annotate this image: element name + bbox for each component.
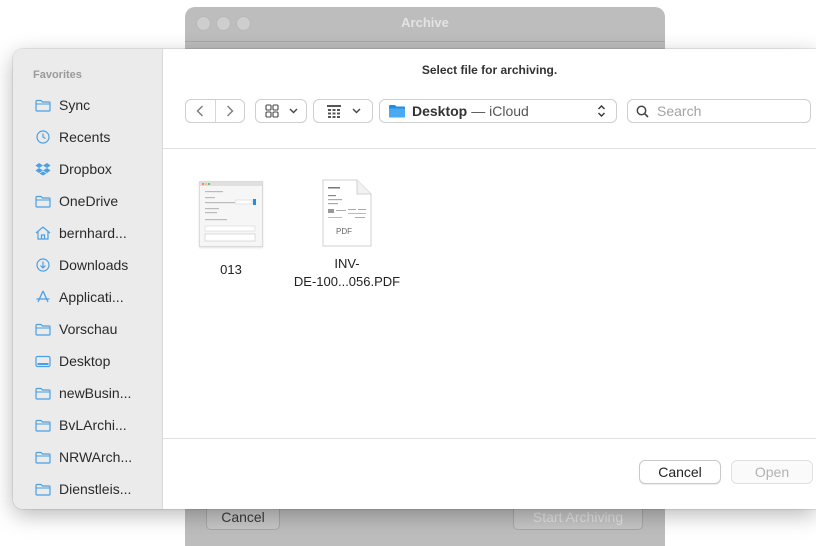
sidebar-item-recents[interactable]: Recents <box>13 121 162 153</box>
folder-icon <box>34 386 51 400</box>
sidebar-item-label: OneDrive <box>59 193 119 209</box>
dropbox-icon <box>34 162 51 176</box>
icon-grid-icon <box>264 104 279 118</box>
sidebar-item-home[interactable]: bernhard... <box>13 217 162 249</box>
home-icon <box>34 226 51 240</box>
window-title: Archive <box>401 15 449 30</box>
up-down-chevron-icon <box>598 105 605 117</box>
location-suffix: — iCloud <box>471 103 529 119</box>
sidebar-item-label: Sync <box>59 97 91 113</box>
sidebar-item-label: Downloads <box>59 257 129 273</box>
sidebar-item-applications[interactable]: Applicati... <box>13 281 162 313</box>
sidebar-item-bvlarchiv[interactable]: BvLArchi... <box>13 409 162 441</box>
sidebar-item-label: Vorschau <box>59 321 118 337</box>
clock-icon <box>34 130 51 144</box>
folder-icon <box>34 322 51 336</box>
desktop-icon <box>34 354 51 368</box>
file-item[interactable]: 013 <box>181 181 281 279</box>
back-forward-group <box>185 99 245 123</box>
search-icon <box>636 105 649 118</box>
divider <box>163 438 816 439</box>
chevron-down-icon <box>352 108 360 114</box>
chevron-right-icon <box>226 105 234 117</box>
folder-icon <box>34 450 51 464</box>
applications-icon <box>34 290 51 304</box>
folder-icon <box>34 194 51 208</box>
chevron-left-icon <box>196 105 204 117</box>
sidebar-item-sync[interactable]: Sync <box>13 89 162 121</box>
sidebar-item-desktop[interactable]: Desktop <box>13 345 162 377</box>
file-browser: 013 PDF INV- DE-100...056.PDF <box>163 149 816 438</box>
background-titlebar: Archive <box>185 7 665 42</box>
pdf-document-icon <box>321 179 373 247</box>
open-file-dialog: Favorites Sync Recents Dropbox OneDrive … <box>13 49 816 509</box>
sidebar-item-label: bernhard... <box>59 225 127 241</box>
dialog-title: Select file for archiving. <box>421 63 558 77</box>
location-name: Desktop <box>412 103 468 119</box>
sidebar-item-nrwarchiv[interactable]: NRWArch... <box>13 441 162 473</box>
sidebar-item-label: Applicati... <box>59 289 124 305</box>
sidebar-item-vorschau[interactable]: Vorschau <box>13 313 162 345</box>
location-popup[interactable]: Desktop — iCloud <box>379 99 617 123</box>
forward-button[interactable] <box>216 100 245 122</box>
sidebar-list: Sync Recents Dropbox OneDrive bernhard..… <box>13 89 162 505</box>
sidebar-item-label: BvLArchi... <box>59 417 127 433</box>
dialog-main: Select file for archiving. Desktop — iCl… <box>163 49 816 509</box>
sidebar-item-newbusiness[interactable]: newBusin... <box>13 377 162 409</box>
sidebar: Favorites Sync Recents Dropbox OneDrive … <box>13 49 163 509</box>
file-name-line2: DE-100...056.PDF <box>293 274 401 289</box>
folder-icon <box>34 482 51 496</box>
file-item[interactable]: PDF INV- DE-100...056.PDF <box>287 179 407 291</box>
group-grid-icon <box>326 105 341 118</box>
cancel-button[interactable]: Cancel <box>639 460 721 484</box>
chevron-down-icon <box>289 108 297 114</box>
file-name: INV- DE-100...056.PDF <box>287 255 407 291</box>
search-field[interactable] <box>627 99 811 123</box>
sidebar-item-label: NRWArch... <box>59 449 133 465</box>
sidebar-item-downloads[interactable]: Downloads <box>13 249 162 281</box>
sidebar-item-label: Dropbox <box>59 161 112 177</box>
folder-icon <box>34 98 51 112</box>
file-name: 013 <box>220 262 242 277</box>
favorites-header: Favorites <box>33 69 82 81</box>
sidebar-item-label: Desktop <box>59 353 111 369</box>
group-by-button[interactable] <box>313 99 373 123</box>
sidebar-item-label: newBusin... <box>59 385 132 401</box>
sidebar-item-label: Recents <box>59 129 111 145</box>
sidebar-item-dropbox[interactable]: Dropbox <box>13 153 162 185</box>
pdf-badge: PDF <box>336 227 352 236</box>
sidebar-item-dienstleister[interactable]: Dienstleis... <box>13 473 162 505</box>
view-mode-button[interactable] <box>255 99 307 123</box>
sidebar-item-label: Dienstleis... <box>59 481 132 497</box>
open-button[interactable]: Open <box>731 460 813 484</box>
folder-icon <box>34 418 51 432</box>
search-input[interactable] <box>655 102 809 120</box>
image-thumbnail <box>199 181 263 247</box>
back-button[interactable] <box>186 100 215 122</box>
sidebar-item-onedrive[interactable]: OneDrive <box>13 185 162 217</box>
desktop-folder-icon <box>389 105 405 118</box>
file-name-line1: INV- <box>334 256 360 271</box>
download-icon <box>34 258 51 272</box>
